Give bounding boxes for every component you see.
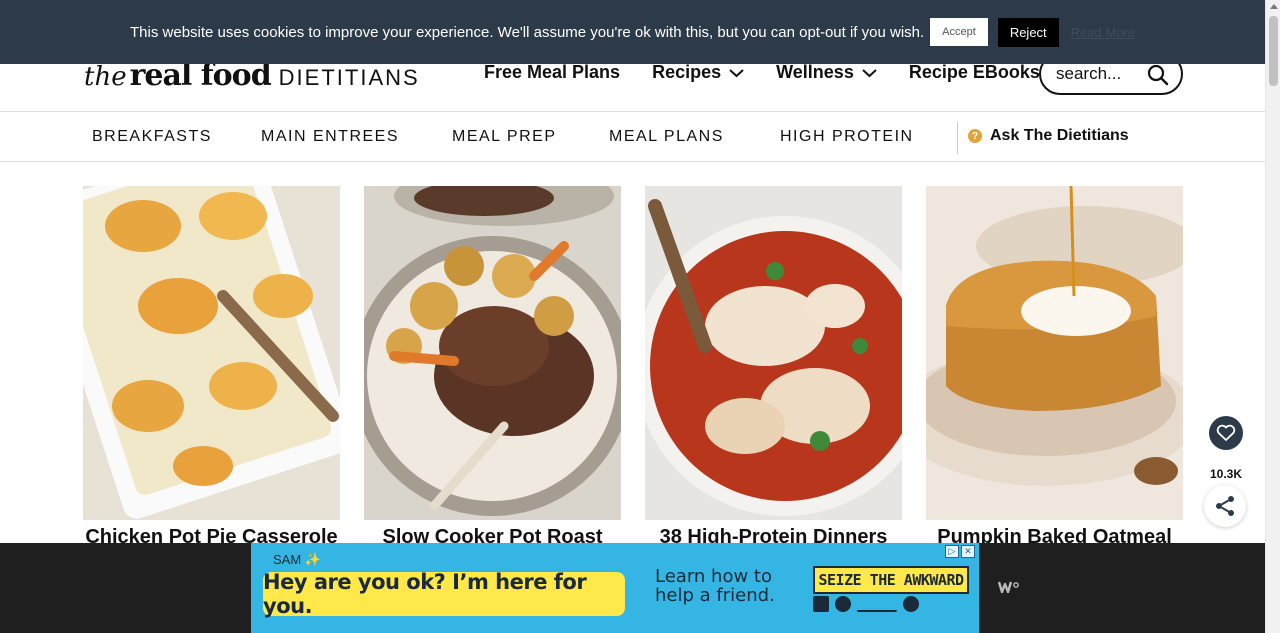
- nav-recipe-ebooks[interactable]: Recipe EBooks: [909, 62, 1040, 83]
- subnav-meal-plans[interactable]: MEAL PLANS: [609, 128, 724, 146]
- accept-button[interactable]: Accept: [930, 18, 988, 46]
- recipe-card[interactable]: 38 High-Protein Dinners: [645, 186, 902, 556]
- cookie-banner: This website uses cookies to improve you…: [0, 0, 1265, 64]
- adchoices-icon[interactable]: ▷ ✕: [945, 545, 975, 558]
- logo-dietitians: DIETITIANS: [278, 65, 420, 90]
- jed-logo: [903, 596, 919, 612]
- heart-icon: [1216, 424, 1236, 441]
- ad-speech-bubble: Hey are you ok? I’m here for you.: [263, 570, 625, 618]
- read-more-link[interactable]: Read More: [1071, 25, 1135, 40]
- share-count: 10.3K: [1209, 467, 1243, 481]
- ad-bubble-text: Hey are you ok? I’m here for you.: [263, 570, 587, 618]
- cookie-message: This website uses cookies to improve you…: [130, 23, 925, 41]
- scroll-thumb[interactable]: [1269, 16, 1278, 86]
- ad-brand-icon: [997, 580, 1020, 598]
- subnav-meal-prep[interactable]: MEAL PREP: [452, 128, 557, 146]
- subnav-breakfasts[interactable]: BREAKFASTS: [92, 128, 212, 146]
- ad-sender: SAM ✨: [273, 552, 321, 567]
- adchoices-close-icon[interactable]: ✕: [961, 545, 975, 558]
- share-button[interactable]: [1204, 485, 1246, 527]
- recipe-card[interactable]: Chicken Pot Pie Casserole: [83, 186, 340, 556]
- nav-label: Wellness: [776, 62, 854, 82]
- nav-label: Recipe EBooks: [908, 62, 1040, 82]
- search-icon[interactable]: [1147, 64, 1169, 86]
- share-icon: [1216, 496, 1234, 516]
- ad-learn-text: Learn how to help a friend.: [655, 566, 775, 606]
- favorite-button[interactable]: [1209, 416, 1243, 450]
- recipe-image[interactable]: [364, 186, 621, 520]
- nav-label: Recipes: [652, 62, 722, 82]
- partner-logo: [857, 596, 897, 612]
- nav-wellness[interactable]: Wellness: [776, 62, 877, 83]
- afsp-logo: [835, 596, 851, 612]
- reject-button[interactable]: Reject: [997, 17, 1059, 47]
- ask-label: Ask The Dietitians: [990, 127, 1129, 144]
- recipe-card[interactable]: Slow Cooker Pot Roast: [364, 186, 621, 556]
- ad-seize-logo: SEIZE THE AWKWARD: [813, 566, 969, 594]
- page-scrollbar[interactable]: [1265, 0, 1280, 633]
- subnav-main-entrees[interactable]: MAIN ENTREES: [261, 128, 399, 146]
- category-nav: BREAKFASTS MAIN ENTREES MEAL PREP MEAL P…: [0, 112, 1265, 162]
- advertisement-banner[interactable]: SAM ✨ Hey are you ok? I’m here for you. …: [251, 543, 979, 633]
- recipe-image[interactable]: [645, 186, 902, 520]
- logo-the: the: [84, 62, 127, 92]
- adchoices-play-icon: ▷: [945, 545, 959, 558]
- nav-free-meal-plans[interactable]: Free Meal Plans: [484, 62, 620, 83]
- recipe-image[interactable]: [83, 186, 340, 520]
- scroll-up-arrow-icon[interactable]: [1270, 4, 1278, 9]
- ad-footer: SAM ✨ Hey are you ok? I’m here for you. …: [0, 543, 1265, 633]
- recipe-image[interactable]: [926, 186, 1183, 520]
- subnav-high-protein[interactable]: HIGH PROTEIN: [780, 128, 914, 146]
- recipe-card[interactable]: Pumpkin Baked Oatmeal: [926, 186, 1183, 556]
- nav-label: Free Meal Plans: [484, 62, 621, 82]
- nav-recipes[interactable]: Recipes: [652, 62, 744, 83]
- ad-partner-logos: [813, 596, 919, 612]
- chevron-down-icon: [862, 68, 877, 77]
- chevron-down-icon: [729, 68, 744, 77]
- search-input[interactable]: [1056, 64, 1146, 84]
- ask-dietitians-link[interactable]: ? Ask The Dietitians: [968, 127, 1129, 145]
- ad-council-logo: [813, 596, 829, 612]
- subnav-divider: [957, 122, 958, 154]
- main-nav: Free Meal Plans Recipes Wellness Recipe …: [484, 62, 1072, 83]
- question-icon: ?: [968, 129, 982, 143]
